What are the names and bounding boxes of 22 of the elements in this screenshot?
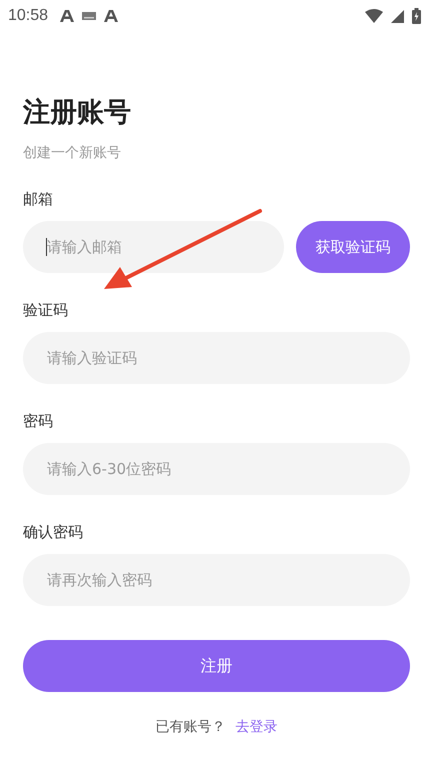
field-label: 密码 — [23, 411, 54, 431]
input-field[interactable]: 请输入验证码 — [23, 332, 410, 384]
font-icon — [60, 10, 74, 22]
page-title: 注册账号 — [23, 96, 132, 130]
wifi-icon — [365, 9, 383, 23]
login-link[interactable]: 去登录 — [236, 718, 278, 736]
get-code-button[interactable]: 获取验证码 — [296, 221, 410, 273]
field-label: 验证码 — [23, 300, 69, 320]
keyboard-icon — [82, 12, 96, 20]
field-label: 确认密码 — [23, 522, 84, 542]
input-field[interactable]: 请输入6-30位密码 — [23, 443, 410, 495]
field-label: 邮箱 — [23, 189, 54, 209]
signal-icon — [391, 10, 404, 22]
footer-text: 已有账号？ — [156, 718, 226, 736]
font-icon — [104, 10, 118, 22]
battery-icon — [412, 8, 421, 24]
text-cursor — [46, 238, 47, 256]
status-time: 10:58 — [8, 7, 48, 25]
input-field[interactable]: 请输入邮箱 — [23, 221, 284, 273]
page-subtitle: 创建一个新账号 — [23, 144, 122, 162]
register-button[interactable]: 注册 — [23, 640, 410, 692]
input-field[interactable]: 请再次输入密码 — [23, 554, 410, 606]
